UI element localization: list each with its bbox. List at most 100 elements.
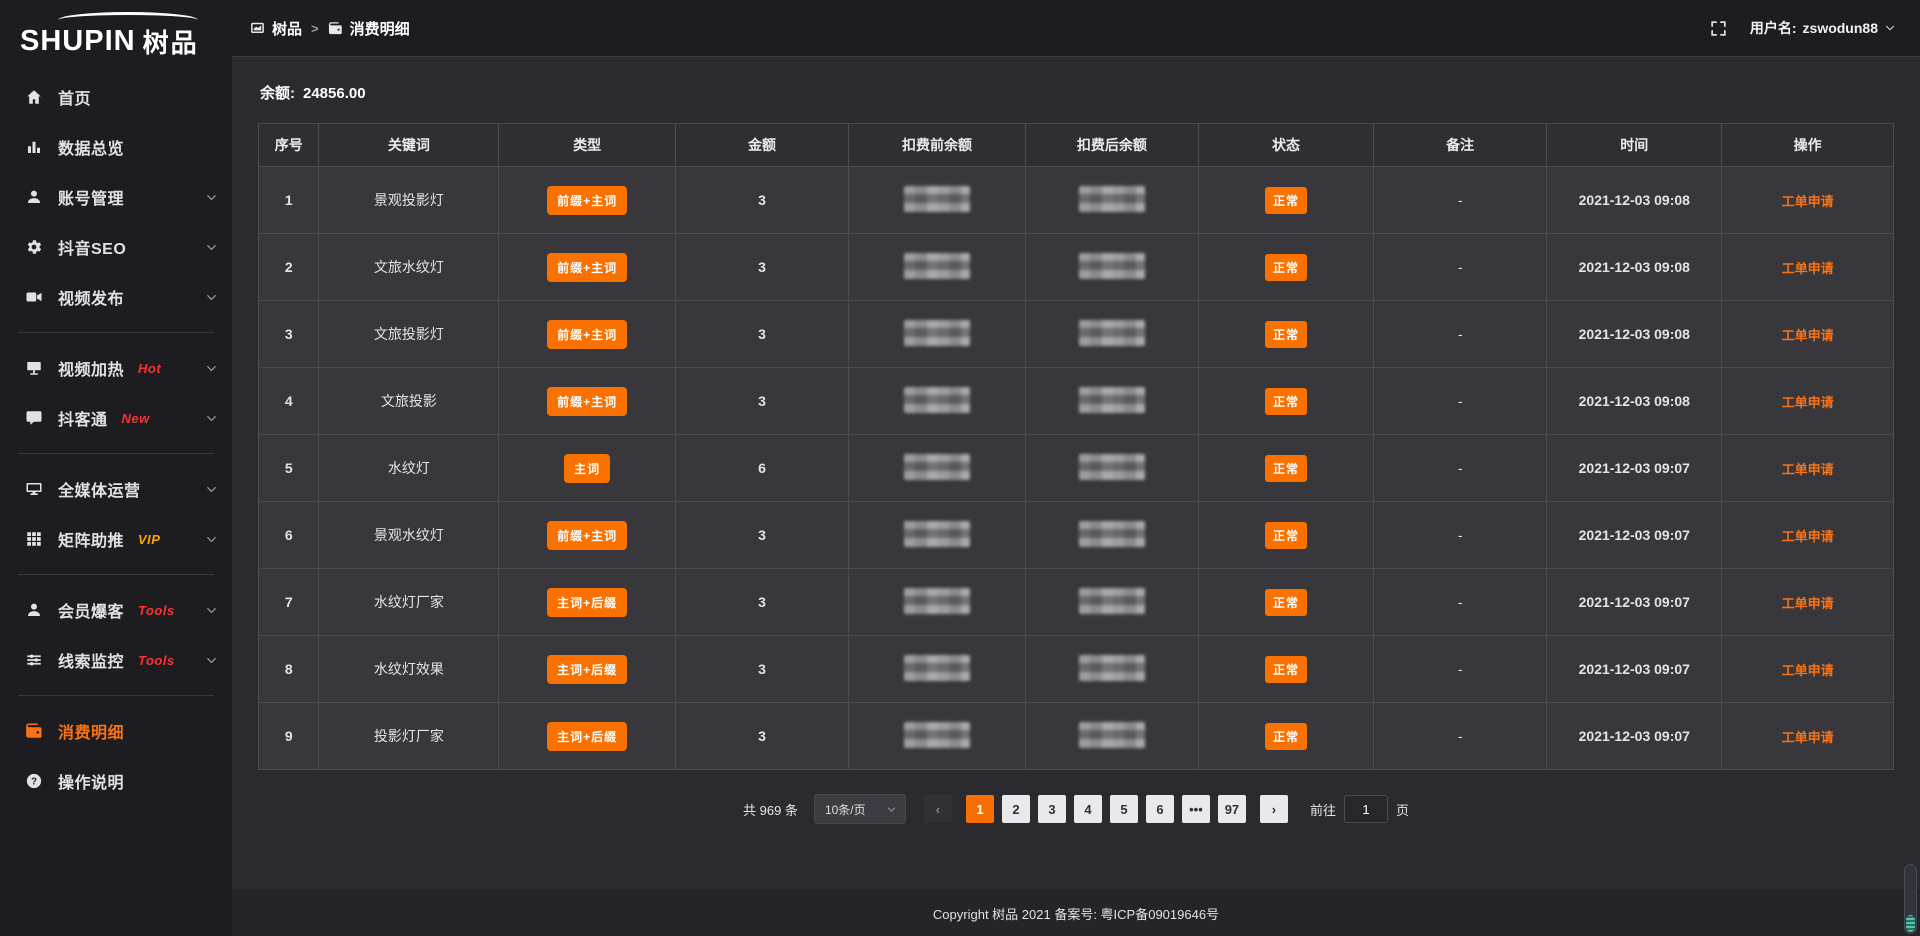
sidebar-item-label: 抖客通 bbox=[58, 406, 108, 430]
cell-balance-before bbox=[849, 301, 1026, 368]
blurred-value bbox=[904, 320, 970, 346]
page-button-3[interactable]: 3 bbox=[1038, 795, 1066, 823]
sidebar-item-16[interactable]: ?操作说明 bbox=[0, 756, 232, 806]
sidebar-item-2[interactable]: 账号管理 bbox=[0, 172, 232, 222]
cell-balance-after bbox=[1025, 167, 1198, 234]
status-badge: 正常 bbox=[1265, 254, 1307, 281]
table-row: 6景观水纹灯前缀+主词3正常-2021-12-03 09:07工单申请 bbox=[259, 502, 1894, 569]
sidebar-item-6[interactable]: 视频加热Hot bbox=[0, 343, 232, 393]
balance-value: 24856.00 bbox=[303, 85, 366, 102]
cell-remark: - bbox=[1374, 636, 1547, 703]
cell-type: 前缀+主词 bbox=[499, 234, 676, 301]
status-badge: 正常 bbox=[1265, 589, 1307, 616]
cell-action: 工单申请 bbox=[1722, 301, 1894, 368]
cell-index: 6 bbox=[259, 502, 319, 569]
page-size-value: 10条/页 bbox=[825, 801, 866, 818]
table-row: 9投影灯厂家主词+后缀3正常-2021-12-03 09:07工单申请 bbox=[259, 703, 1894, 770]
breadcrumb-label: 树品 bbox=[272, 18, 302, 39]
sidebar-item-1[interactable]: 数据总览 bbox=[0, 122, 232, 172]
work-order-link[interactable]: 工单申请 bbox=[1782, 596, 1834, 611]
cell-action: 工单申请 bbox=[1722, 569, 1894, 636]
app-icon bbox=[250, 21, 265, 36]
page-button-6[interactable]: 6 bbox=[1146, 795, 1174, 823]
status-badge: 正常 bbox=[1265, 321, 1307, 348]
cell-index: 7 bbox=[259, 569, 319, 636]
work-order-link[interactable]: 工单申请 bbox=[1782, 261, 1834, 276]
cell-keyword: 投影灯厂家 bbox=[319, 703, 499, 770]
work-order-link[interactable]: 工单申请 bbox=[1782, 529, 1834, 544]
cell-remark: - bbox=[1374, 502, 1547, 569]
sidebar-divider bbox=[18, 695, 214, 696]
cell-balance-before bbox=[849, 569, 1026, 636]
chevron-down-icon bbox=[205, 533, 218, 546]
sidebar-item-9[interactable]: 全媒体运营 bbox=[0, 464, 232, 514]
cell-index: 3 bbox=[259, 301, 319, 368]
breadcrumb-item-0[interactable]: 树品 bbox=[250, 18, 302, 39]
type-badge: 前缀+主词 bbox=[547, 521, 627, 550]
work-order-link[interactable]: 工单申请 bbox=[1782, 194, 1834, 209]
home-icon bbox=[25, 88, 43, 106]
cell-balance-before bbox=[849, 703, 1026, 770]
page-button-1[interactable]: 1 bbox=[966, 795, 994, 823]
scrollbar-thumb[interactable] bbox=[1906, 915, 1915, 932]
sidebar-item-label: 首页 bbox=[58, 85, 91, 109]
work-order-link[interactable]: 工单申请 bbox=[1782, 730, 1834, 745]
chevron-down-icon bbox=[886, 804, 897, 815]
cell-action: 工单申请 bbox=[1722, 636, 1894, 703]
chevron-down-icon bbox=[205, 191, 218, 204]
page-size-select[interactable]: 10条/页 bbox=[814, 794, 906, 824]
username-label: 用户名: bbox=[1750, 18, 1797, 38]
next-page-button[interactable]: › bbox=[1260, 795, 1288, 823]
type-badge: 主词+后缀 bbox=[547, 722, 627, 751]
grid-icon bbox=[25, 530, 43, 548]
sidebar-item-3[interactable]: 抖音SEO bbox=[0, 222, 232, 272]
cell-remark: - bbox=[1374, 703, 1547, 770]
sidebar-item-13[interactable]: 线索监控Tools bbox=[0, 635, 232, 685]
page-more-button[interactable]: ••• bbox=[1182, 795, 1210, 823]
goto-page-input[interactable] bbox=[1344, 795, 1388, 823]
cell-type: 主词+后缀 bbox=[499, 569, 676, 636]
cell-status: 正常 bbox=[1199, 569, 1374, 636]
status-badge: 正常 bbox=[1265, 723, 1307, 750]
prev-page-button[interactable]: ‹ bbox=[924, 795, 952, 823]
cell-amount: 3 bbox=[675, 703, 848, 770]
cell-balance-after bbox=[1025, 234, 1198, 301]
user-menu[interactable]: 用户名: zswodun88 bbox=[1750, 18, 1896, 38]
page-button-5[interactable]: 5 bbox=[1110, 795, 1138, 823]
content-area: 余额:24856.00 序号关键词类型金额扣费前余额扣费后余额状态备注时间操作 … bbox=[232, 57, 1920, 890]
wallet-icon bbox=[25, 722, 43, 740]
sidebar-item-label: 线索监控 bbox=[58, 648, 124, 672]
sidebar-item-7[interactable]: 抖客通New bbox=[0, 393, 232, 443]
cell-status: 正常 bbox=[1199, 167, 1374, 234]
page-button-2[interactable]: 2 bbox=[1002, 795, 1030, 823]
wallet-icon bbox=[328, 21, 343, 36]
sidebar-item-4[interactable]: 视频发布 bbox=[0, 272, 232, 322]
work-order-link[interactable]: 工单申请 bbox=[1782, 462, 1834, 477]
table-row: 3文旅投影灯前缀+主词3正常-2021-12-03 09:08工单申请 bbox=[259, 301, 1894, 368]
sidebar-item-15[interactable]: 消费明细 bbox=[0, 706, 232, 756]
cell-index: 9 bbox=[259, 703, 319, 770]
page-button-97[interactable]: 97 bbox=[1218, 795, 1246, 823]
column-header: 备注 bbox=[1374, 124, 1547, 167]
sidebar-item-12[interactable]: 会员爆客Tools bbox=[0, 585, 232, 635]
goto-page: 前往页 bbox=[1310, 795, 1409, 823]
sidebar-item-0[interactable]: 首页 bbox=[0, 72, 232, 122]
page-scrollbar[interactable] bbox=[1904, 864, 1917, 934]
svg-text:?: ? bbox=[31, 776, 37, 787]
logo-arc-decoration bbox=[58, 12, 198, 28]
work-order-link[interactable]: 工单申请 bbox=[1782, 663, 1834, 678]
breadcrumb-item-1[interactable]: 消费明细 bbox=[328, 18, 410, 39]
sidebar-item-10[interactable]: 矩阵助推VIP bbox=[0, 514, 232, 564]
pagination-total: 共 969 条 bbox=[743, 800, 798, 819]
work-order-link[interactable]: 工单申请 bbox=[1782, 395, 1834, 410]
blurred-value bbox=[904, 253, 970, 279]
sidebar-divider bbox=[18, 574, 214, 575]
cell-amount: 3 bbox=[675, 636, 848, 703]
column-header: 扣费后余额 bbox=[1025, 124, 1198, 167]
work-order-link[interactable]: 工单申请 bbox=[1782, 328, 1834, 343]
blurred-value bbox=[1079, 320, 1145, 346]
cell-time: 2021-12-03 09:08 bbox=[1547, 368, 1722, 435]
blurred-value bbox=[1079, 186, 1145, 212]
fullscreen-button[interactable] bbox=[1709, 19, 1728, 38]
page-button-4[interactable]: 4 bbox=[1074, 795, 1102, 823]
